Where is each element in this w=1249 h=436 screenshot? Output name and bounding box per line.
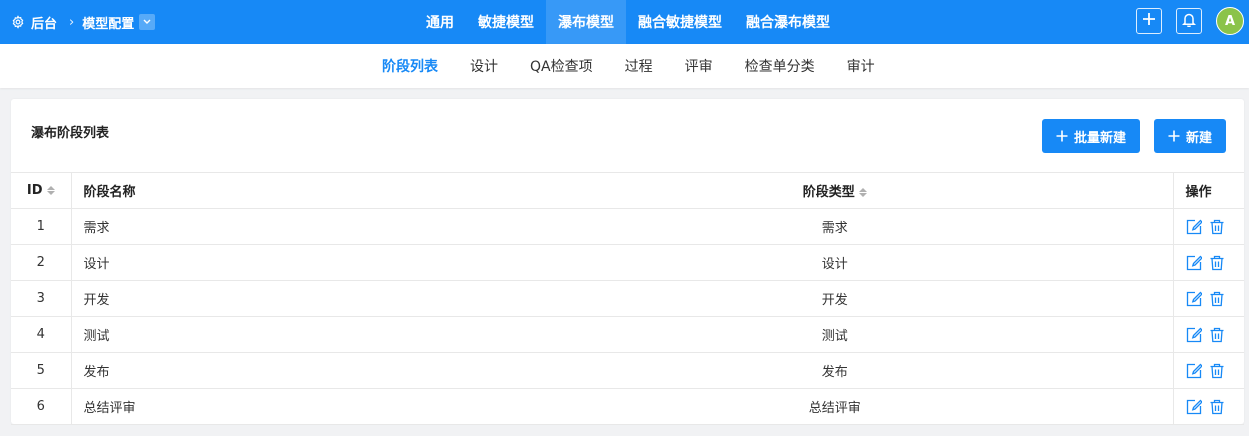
table-row: 1 需求 需求 <box>11 208 1244 245</box>
tab-checklist-category[interactable]: 检查单分类 <box>729 44 831 88</box>
trash-icon[interactable] <box>1209 399 1225 415</box>
edit-icon[interactable] <box>1186 399 1202 415</box>
bell-icon <box>1181 12 1197 31</box>
model-nav: 通用 敏捷模型 瀑布模型 融合敏捷模型 融合瀑布模型 <box>414 0 842 44</box>
cell-id: 5 <box>11 352 72 389</box>
plus-icon <box>1056 130 1068 142</box>
breadcrumb-home[interactable]: 后台 <box>31 13 57 32</box>
topnav-item-general[interactable]: 通用 <box>414 0 466 44</box>
cell-name: 测试 <box>71 316 497 353</box>
trash-icon[interactable] <box>1209 219 1225 235</box>
cell-name: 总结评审 <box>71 388 497 425</box>
tab-process[interactable]: 过程 <box>609 44 669 88</box>
plus-icon <box>1168 130 1180 142</box>
cell-id: 6 <box>11 388 72 425</box>
stage-list-card: 瀑布阶段列表 批量新建 新建 ID 阶段名称 阶段类型 操作 1 需求 需求 2… <box>11 99 1244 425</box>
table-header: ID 阶段名称 阶段类型 操作 <box>11 172 1244 209</box>
column-actions: 操作 <box>1172 172 1244 209</box>
tab-qa-checks[interactable]: QA检查项 <box>514 44 609 88</box>
column-type[interactable]: 阶段类型 <box>497 172 1173 209</box>
cell-type: 设计 <box>497 244 1173 281</box>
sort-icon[interactable] <box>46 186 55 195</box>
notifications-button[interactable] <box>1176 8 1202 34</box>
topnav-item-waterfall[interactable]: 瀑布模型 <box>546 0 626 44</box>
cell-type: 开发 <box>497 280 1173 317</box>
trash-icon[interactable] <box>1209 255 1225 271</box>
edit-icon[interactable] <box>1186 363 1202 379</box>
cell-type: 需求 <box>497 208 1173 245</box>
breadcrumb-current: 模型配置 <box>82 16 135 32</box>
plus-icon <box>1142 12 1156 30</box>
trash-icon[interactable] <box>1209 291 1225 307</box>
avatar[interactable]: A <box>1216 7 1244 35</box>
create-button[interactable]: 新建 <box>1154 119 1226 153</box>
cell-id: 3 <box>11 280 72 317</box>
cell-name: 需求 <box>71 208 497 245</box>
tab-design[interactable]: 设计 <box>454 44 514 88</box>
table-row: 4 测试 测试 <box>11 316 1244 353</box>
cell-actions <box>1172 352 1244 389</box>
chevron-right-icon: › <box>69 14 75 30</box>
cell-type: 总结评审 <box>497 388 1173 425</box>
cell-name: 开发 <box>71 280 497 317</box>
cell-actions <box>1172 316 1244 353</box>
chevron-down-icon[interactable] <box>139 14 156 30</box>
trash-icon[interactable] <box>1209 363 1225 379</box>
table-row: 2 设计 设计 <box>11 244 1244 281</box>
stage-table: ID 阶段名称 阶段类型 操作 1 需求 需求 2 设计 设计 3 开发 开发 … <box>11 172 1244 425</box>
gear-icon[interactable] <box>11 15 25 29</box>
batch-create-label: 批量新建 <box>1073 130 1126 146</box>
cell-type: 测试 <box>497 316 1173 353</box>
trash-icon[interactable] <box>1209 327 1225 343</box>
cell-actions <box>1172 208 1244 245</box>
cell-name: 设计 <box>71 244 497 281</box>
tab-review[interactable]: 评审 <box>669 44 729 88</box>
cell-type: 发布 <box>497 352 1173 389</box>
add-button[interactable] <box>1136 8 1162 34</box>
edit-icon[interactable] <box>1186 327 1202 343</box>
cell-id: 1 <box>11 208 72 245</box>
table-row: 6 总结评审 总结评审 <box>11 388 1244 425</box>
top-bar: 后台 › 模型配置 通用 敏捷模型 瀑布模型 融合敏捷模型 融合瀑布模型 A <box>0 0 1249 44</box>
create-label: 新建 <box>1185 130 1212 146</box>
cell-actions <box>1172 244 1244 281</box>
sub-nav: 阶段列表 设计 QA检查项 过程 评审 检查单分类 审计 <box>0 44 1249 88</box>
column-name: 阶段名称 <box>71 172 497 209</box>
sort-icon[interactable] <box>858 188 867 197</box>
table-row: 5 发布 发布 <box>11 352 1244 389</box>
tab-audit[interactable]: 审计 <box>831 44 891 88</box>
topnav-item-agile[interactable]: 敏捷模型 <box>466 0 546 44</box>
topnav-item-hybrid-agile[interactable]: 融合敏捷模型 <box>626 0 734 44</box>
tab-stage-list[interactable]: 阶段列表 <box>366 44 454 88</box>
cell-actions <box>1172 280 1244 317</box>
column-id[interactable]: ID <box>11 172 72 209</box>
table-row: 3 开发 开发 <box>11 280 1244 317</box>
edit-icon[interactable] <box>1186 219 1202 235</box>
batch-create-button[interactable]: 批量新建 <box>1042 119 1140 153</box>
topnav-item-hybrid-waterfall[interactable]: 融合瀑布模型 <box>734 0 842 44</box>
page-title: 瀑布阶段列表 <box>31 126 110 141</box>
breadcrumb: 后台 › 模型配置 <box>11 0 156 44</box>
cell-name: 发布 <box>71 352 497 389</box>
edit-icon[interactable] <box>1186 255 1202 271</box>
cell-id: 2 <box>11 244 72 281</box>
edit-icon[interactable] <box>1186 291 1202 307</box>
cell-id: 4 <box>11 316 72 353</box>
cell-actions <box>1172 388 1244 425</box>
